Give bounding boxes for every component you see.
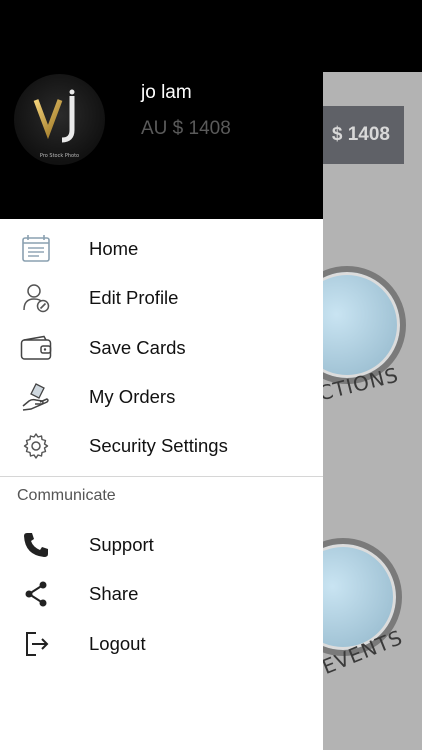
orders-hand-icon — [20, 381, 52, 413]
user-balance: AU $ 1408 — [141, 118, 231, 139]
menu-item-label: Home — [89, 238, 139, 259]
menu-item-my-orders[interactable]: My Orders — [0, 373, 323, 421]
menu-item-support[interactable]: Support — [0, 521, 323, 569]
share-icon — [20, 578, 52, 610]
phone-icon — [20, 529, 52, 561]
menu-item-label: My Orders — [89, 386, 176, 407]
section-title-communicate: Communicate — [17, 487, 116, 504]
avatar-tagline: Pro Stock Photo — [39, 153, 80, 159]
brand-logo-icon — [33, 89, 75, 143]
home-list-icon — [20, 233, 52, 265]
user-name: jo lam — [141, 82, 192, 103]
menu-item-logout[interactable]: Logout — [0, 620, 323, 668]
menu-item-label: Edit Profile — [89, 287, 179, 308]
wallet-icon — [20, 332, 52, 364]
menu-item-home[interactable]: Home — [0, 225, 323, 273]
gear-icon — [20, 430, 52, 462]
logout-icon — [20, 628, 52, 660]
menu-item-label: Save Cards — [89, 337, 186, 358]
menu-item-share[interactable]: Share — [0, 570, 323, 618]
drawer-header: Pro Stock Photo jo lam AU $ 1408 — [0, 0, 323, 219]
menu-item-label: Security Settings — [89, 435, 228, 456]
menu-item-label: Share — [89, 583, 139, 604]
menu-item-security-settings[interactable]: Security Settings — [0, 422, 323, 470]
menu-item-label: Support — [89, 534, 154, 555]
navigation-drawer: Pro Stock Photo jo lam AU $ 1408 Home Ed… — [0, 0, 323, 750]
divider — [0, 476, 323, 477]
menu-item-save-cards[interactable]: Save Cards — [0, 324, 323, 372]
avatar[interactable]: Pro Stock Photo — [14, 74, 105, 165]
user-edit-icon — [20, 282, 52, 314]
menu-item-edit-profile[interactable]: Edit Profile — [0, 274, 323, 322]
menu-item-label: Logout — [89, 633, 146, 654]
